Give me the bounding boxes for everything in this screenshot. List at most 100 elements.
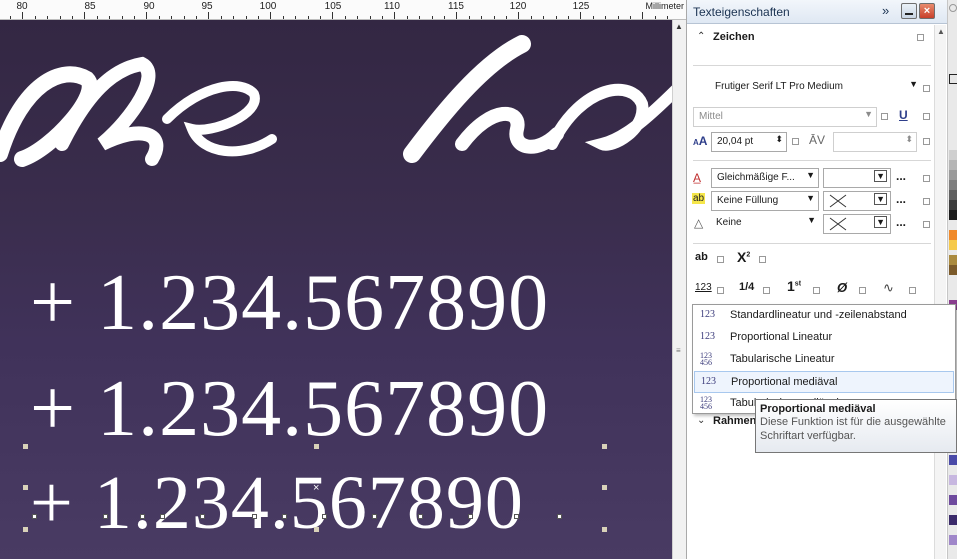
option-checkbox[interactable]: [923, 175, 930, 182]
fill-color-picker[interactable]: ▼: [823, 168, 891, 188]
expand-docker-icon[interactable]: »: [882, 3, 889, 18]
dropdown-item-proportional-oldstyle[interactable]: 123 Proportional mediäval: [694, 371, 954, 393]
docker-scrollbar[interactable]: ▲: [934, 25, 946, 559]
option-checkbox[interactable]: [909, 287, 916, 294]
fill-type-combobox[interactable]: Gleichmäßige F... ▼: [711, 168, 819, 188]
background-fill-combobox[interactable]: Keine Füllung ▼: [711, 191, 819, 211]
selection-handle[interactable]: [23, 485, 28, 490]
more-options-button[interactable]: ...: [896, 192, 906, 206]
number-text-line-3[interactable]: + 1.234.567890: [30, 465, 524, 541]
section-title-frame[interactable]: Rahmen: [713, 415, 756, 427]
palette-swatch[interactable]: [949, 455, 957, 465]
palette-swatch[interactable]: [949, 240, 957, 250]
selection-handle[interactable]: [23, 444, 28, 449]
chevron-down-icon[interactable]: ▼: [874, 216, 887, 228]
palette-swatch[interactable]: [949, 475, 957, 485]
minimize-button[interactable]: [901, 3, 917, 19]
font-list-combobox[interactable]: Frutiger Serif LT Pro Medium ▼: [693, 78, 921, 98]
palette-swatch[interactable]: [949, 535, 957, 545]
option-checkbox[interactable]: [792, 138, 799, 145]
palette-swatch[interactable]: [949, 170, 957, 180]
background-color-picker[interactable]: ▼: [823, 191, 891, 211]
superscript-icon[interactable]: X2: [737, 249, 750, 265]
node-handle[interactable]: [372, 514, 377, 519]
node-handle[interactable]: [160, 514, 165, 519]
option-checkbox[interactable]: [923, 85, 930, 92]
node-handle[interactable]: [140, 514, 145, 519]
small-caps-icon[interactable]: ab: [695, 251, 708, 263]
selection-handle[interactable]: [314, 527, 319, 532]
option-checkbox[interactable]: [859, 287, 866, 294]
canvas-vertical-scrollbar[interactable]: ▲ ≡: [672, 20, 686, 559]
fraction-icon[interactable]: 1/4: [739, 281, 754, 293]
option-checkbox[interactable]: [923, 198, 930, 205]
node-handle[interactable]: [32, 514, 37, 519]
palette-swatch[interactable]: [949, 255, 957, 265]
palette-swatch[interactable]: [949, 190, 957, 200]
spinner-icon[interactable]: ⬍: [905, 134, 913, 145]
option-checkbox[interactable]: [763, 287, 770, 294]
chevron-down-icon[interactable]: ▼: [806, 193, 815, 203]
expand-chevron-icon[interactable]: ⌄: [697, 415, 705, 426]
close-button[interactable]: ×: [919, 3, 935, 19]
palette-swatch[interactable]: [949, 495, 957, 505]
palette-swatch[interactable]: [949, 74, 957, 84]
palette-swatch[interactable]: [949, 200, 957, 210]
chevron-down-icon[interactable]: ▼: [874, 170, 887, 182]
selection-handle[interactable]: [602, 527, 607, 532]
font-style-combobox[interactable]: Mittel ▼: [693, 107, 877, 127]
node-handle[interactable]: [103, 514, 108, 519]
numeral-style-icon[interactable]: 123: [695, 282, 712, 293]
outline-combobox[interactable]: Keine ▼: [711, 214, 819, 234]
slashed-zero-icon[interactable]: Ø: [837, 280, 847, 295]
dropdown-item-tabular-lining[interactable]: 123 456 Tabularische Lineatur: [694, 349, 954, 371]
palette-options-icon[interactable]: [949, 4, 957, 12]
number-text-line-2[interactable]: + 1.234.567890: [30, 369, 549, 449]
node-handle[interactable]: [282, 514, 287, 519]
ordinal-icon[interactable]: 1st: [787, 278, 801, 294]
palette-swatch[interactable]: [949, 515, 957, 525]
horizontal-ruler[interactable]: 80 85 90 95 100 105 110 115 120 125 Mill…: [0, 0, 686, 20]
section-header-character[interactable]: ⌃ Zeichen: [687, 25, 934, 51]
spinner-icon[interactable]: ⬍: [775, 134, 783, 145]
font-size-input[interactable]: 20,04 pt ⬍: [711, 132, 787, 152]
more-options-button[interactable]: ...: [896, 169, 906, 183]
scroll-up-icon[interactable]: ▲: [937, 27, 945, 36]
palette-swatch[interactable]: [949, 210, 957, 220]
node-handle[interactable]: [252, 514, 257, 519]
option-checkbox[interactable]: [759, 256, 766, 263]
dropdown-item-proportional-lining[interactable]: 123 Proportional Lineatur: [694, 327, 954, 349]
palette-swatch[interactable]: [949, 150, 957, 160]
selection-handle[interactable]: [23, 527, 28, 532]
collapse-chevron-icon[interactable]: ⌃: [697, 31, 705, 42]
numeral-style-dropdown[interactable]: 123 Standardlineatur und -zeilenabstand …: [692, 304, 956, 414]
option-checkbox[interactable]: [881, 113, 888, 120]
node-handle[interactable]: [418, 514, 423, 519]
swash-icon[interactable]: ∿: [883, 280, 894, 296]
drawing-canvas[interactable]: + 1.234.567890 + 1.234.567890 + 1.234.56…: [0, 20, 672, 559]
palette-swatch[interactable]: [949, 230, 957, 240]
node-handle[interactable]: [200, 514, 205, 519]
chevron-down-icon[interactable]: ▼: [864, 109, 873, 119]
option-checkbox[interactable]: [813, 287, 820, 294]
node-handle[interactable]: [468, 514, 473, 519]
scroll-up-icon[interactable]: ▲: [675, 22, 683, 31]
kerning-icon[interactable]: ĀV: [809, 133, 825, 147]
node-handle[interactable]: [557, 514, 562, 519]
option-checkbox[interactable]: [923, 113, 930, 120]
node-handle[interactable]: [514, 514, 519, 519]
option-checkbox[interactable]: [923, 221, 930, 228]
palette-swatch[interactable]: [949, 180, 957, 190]
chevron-down-icon[interactable]: ▼: [909, 79, 918, 89]
section-option-checkbox[interactable]: [917, 34, 924, 41]
chevron-down-icon[interactable]: ▼: [874, 193, 887, 205]
selection-handle[interactable]: [314, 444, 319, 449]
option-checkbox[interactable]: [923, 138, 930, 145]
outline-color-picker[interactable]: ▼: [823, 214, 891, 234]
selection-handle[interactable]: [602, 485, 607, 490]
kerning-input[interactable]: ⬍: [833, 132, 917, 152]
number-text-line-1[interactable]: + 1.234.567890: [30, 263, 549, 343]
scroll-grip-icon[interactable]: ≡: [676, 346, 681, 355]
dropdown-item-lining-default[interactable]: 123 Standardlineatur und -zeilenabstand: [694, 305, 954, 327]
node-handle[interactable]: [322, 514, 327, 519]
